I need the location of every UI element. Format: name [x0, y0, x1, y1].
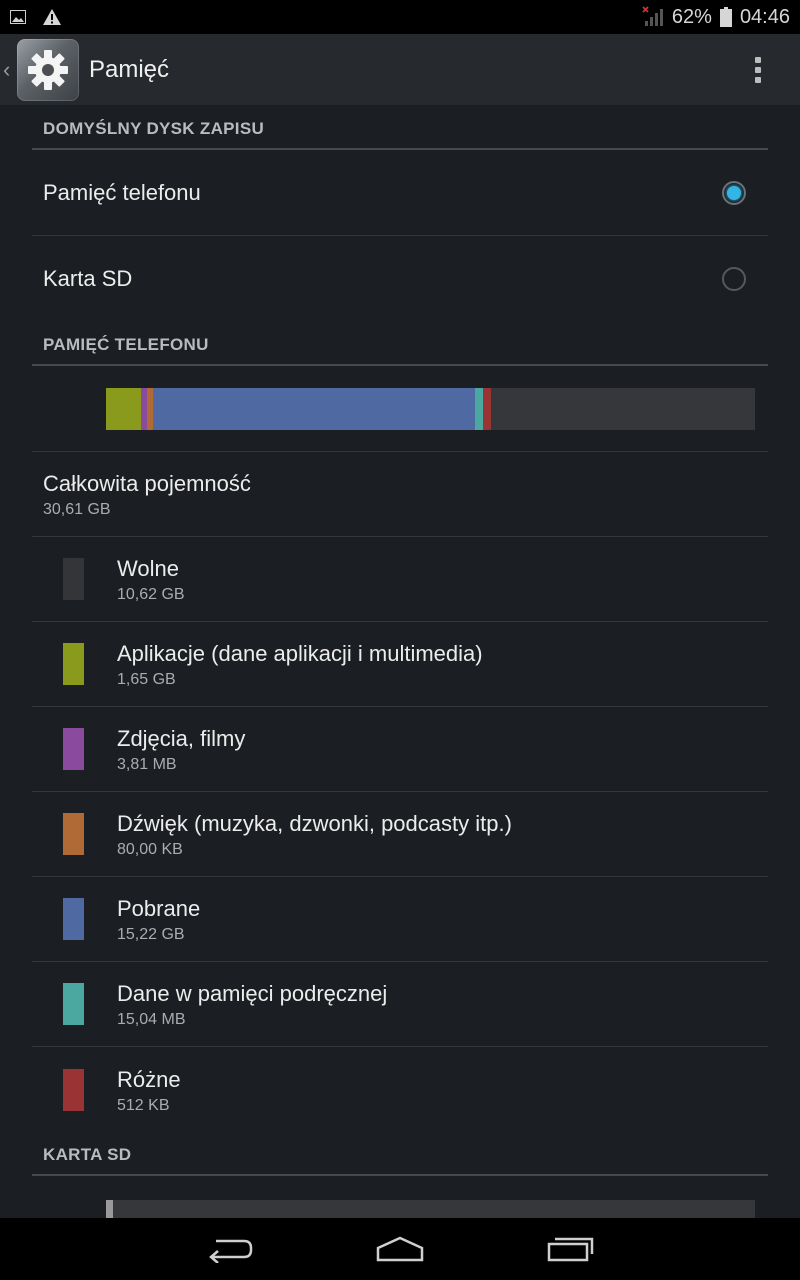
page-title: Pamięć — [89, 55, 170, 83]
category-label: Pobrane — [117, 896, 201, 921]
status-bar: 62% 04:46 — [0, 0, 800, 34]
option-sd-card[interactable]: Karta SD — [32, 236, 768, 322]
color-swatch — [63, 1068, 84, 1111]
warning-icon — [42, 8, 62, 26]
color-swatch — [63, 558, 84, 600]
color-swatch — [63, 813, 84, 855]
category-label: Wolne — [117, 556, 179, 581]
category-label: Zdjęcia, filmy — [117, 726, 246, 751]
usage-bar-row — [32, 366, 768, 452]
up-caret-icon[interactable]: ‹ — [3, 57, 17, 83]
category-label: Dźwięk (muzyka, dzwonki, podcasty itp.) — [117, 811, 512, 836]
option-label: Karta SD — [43, 266, 133, 291]
radio-button[interactable] — [722, 180, 746, 205]
category-value: 80,00 KB — [117, 841, 183, 858]
overflow-menu-icon[interactable] — [748, 50, 768, 90]
clock: 04:46 — [739, 5, 790, 28]
category-value: 512 KB — [117, 1096, 170, 1114]
default-disk-header: DOMYŚLNY DYSK ZAPISU — [32, 106, 768, 150]
color-swatch — [63, 898, 84, 940]
back-icon[interactable] — [145, 1218, 315, 1280]
total-capacity: Całkowita pojemność 30,61 GB — [32, 452, 768, 537]
category-label: Aplikacje (dane aplikacji i multimedia) — [117, 641, 483, 666]
color-swatch — [63, 643, 84, 685]
battery-percent: 62% — [671, 5, 712, 28]
image-notification-icon — [10, 10, 26, 24]
recents-icon[interactable] — [485, 1218, 655, 1280]
category-value: 3,81 MB — [117, 756, 177, 773]
battery-icon — [719, 7, 732, 27]
category-value: 1,65 GB — [117, 671, 176, 688]
category-misc[interactable]: Różne 512 KB — [32, 1047, 768, 1132]
no-signal-icon — [642, 6, 664, 28]
category-value: 15,04 MB — [117, 1011, 186, 1028]
category-label: Różne — [117, 1066, 181, 1092]
usage-segment — [475, 387, 484, 430]
category-label: Dane w pamięci podręcznej — [117, 981, 388, 1006]
navigation-bar — [0, 1218, 800, 1280]
sd-used-segment — [106, 1200, 114, 1218]
sd-card-header: KARTA SD — [32, 1132, 768, 1176]
category-photos[interactable]: Zdjęcia, filmy 3,81 MB — [32, 707, 768, 792]
usage-segment — [483, 387, 491, 430]
category-free[interactable]: Wolne 10,62 GB — [32, 537, 768, 622]
total-value: 30,61 GB — [43, 501, 111, 518]
sd-usage-bar — [106, 1200, 755, 1218]
usage-segment — [152, 387, 476, 430]
home-icon[interactable] — [315, 1218, 485, 1280]
usage-segment — [490, 387, 755, 430]
settings-gear-icon[interactable] — [17, 38, 79, 101]
category-value: 15,22 GB — [117, 926, 185, 943]
color-swatch — [63, 728, 84, 770]
category-apps[interactable]: Aplikacje (dane aplikacji i multimedia) … — [32, 622, 768, 707]
usage-bar — [106, 387, 755, 430]
sd-usage-bar-row — [32, 1176, 768, 1218]
color-swatch — [63, 983, 84, 1025]
option-label: Pamięć telefonu — [43, 179, 201, 205]
option-phone-memory[interactable]: Pamięć telefonu — [32, 150, 768, 236]
total-label: Całkowita pojemność — [43, 471, 251, 496]
category-value: 10,62 GB — [117, 586, 185, 603]
phone-memory-header: PAMIĘĆ TELEFONU — [32, 322, 768, 366]
category-downloads[interactable]: Pobrane 15,22 GB — [32, 877, 768, 962]
action-bar: ‹ Pamięć — [0, 34, 800, 106]
radio-button[interactable] — [722, 267, 746, 291]
category-audio[interactable]: Dźwięk (muzyka, dzwonki, podcasty itp.) … — [32, 792, 768, 877]
category-cache[interactable]: Dane w pamięci podręcznej 15,04 MB — [32, 962, 768, 1047]
usage-segment — [106, 387, 142, 430]
content: DOMYŚLNY DYSK ZAPISU Pamięć telefonu Kar… — [0, 106, 800, 1218]
